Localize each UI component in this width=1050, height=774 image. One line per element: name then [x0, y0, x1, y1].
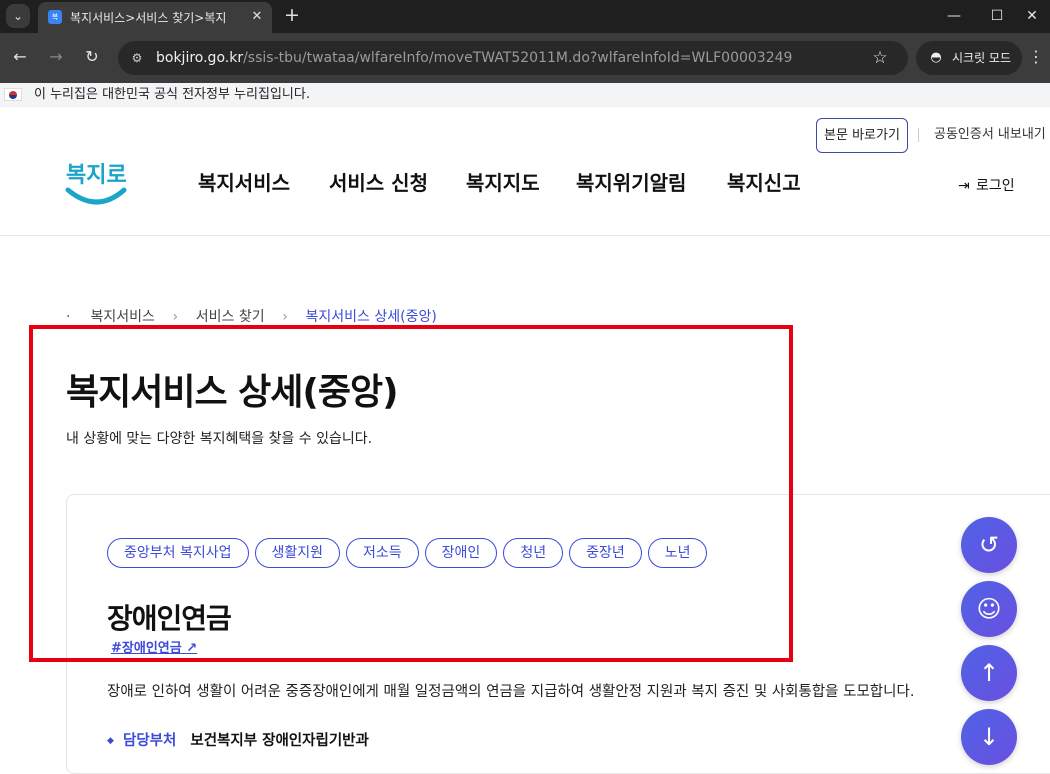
incognito-icon: ◓: [930, 50, 942, 65]
service-hashtag: #장애인연금: [111, 641, 182, 656]
tag-chip[interactable]: 중장년: [569, 538, 642, 568]
scroll-up-button[interactable]: ↑: [961, 645, 1017, 701]
header-divider: [0, 235, 1050, 236]
nav-crisis-alert[interactable]: 복지위기알림: [576, 170, 686, 196]
diamond-bullet-icon: ◆: [107, 736, 114, 746]
tab-title: 복지서비스>서비스 찾기>복지: [70, 11, 227, 25]
breadcrumb-item[interactable]: 복지서비스: [90, 309, 154, 325]
minimize-icon[interactable]: —: [942, 4, 966, 28]
login-label: 로그인: [976, 178, 1015, 194]
gov-banner-text: 이 누리집은 대한민국 공식 전자정부 누리집입니다.: [34, 87, 310, 102]
page-description: 내 상황에 맞는 다양한 복지혜택을 찾을 수 있습니다.: [66, 431, 373, 447]
scroll-up-icon: ↑: [978, 659, 1000, 687]
tag-chip[interactable]: 노년: [647, 538, 708, 568]
svg-text:복지로: 복지로: [66, 163, 127, 188]
login-link[interactable]: ⇥ 로그인: [958, 176, 1015, 196]
url-host: bokjiro.go.kr: [156, 50, 244, 66]
nav-welfare-report[interactable]: 복지신고: [727, 170, 801, 196]
service-title: 장애인연금: [107, 602, 232, 635]
scroll-down-icon: ↓: [978, 723, 1000, 751]
tag-chip[interactable]: 중앙부처 복지사업: [107, 538, 249, 568]
browser-menu-icon[interactable]: ⋮: [1028, 45, 1044, 69]
recent-history-button[interactable]: ↺: [961, 517, 1017, 573]
url-text[interactable]: bokjiro.go.kr/ssis-tbu/twataa/wlfareInfo…: [156, 49, 792, 67]
recent-history-icon: ↺: [978, 531, 1000, 559]
browser-toolbar: ← → ↻ ⚙ bokjiro.go.kr/ssis-tbu/twataa/wl…: [0, 33, 1050, 83]
tag-chip[interactable]: 생활지원: [254, 538, 341, 568]
scroll-down-button[interactable]: ↓: [961, 709, 1017, 765]
breadcrumb: · 복지서비스 › 서비스 찾기 › 복지서비스 상세(중앙): [66, 307, 437, 327]
breadcrumb-chevron-icon: ›: [172, 309, 179, 325]
back-icon[interactable]: ←: [8, 45, 32, 69]
service-department: ◆ 담당부처 보건복지부 장애인자립기반과: [107, 730, 369, 752]
reload-icon[interactable]: ↻: [80, 45, 104, 69]
incognito-label: 시크릿 모드: [952, 51, 1012, 65]
tag-chip[interactable]: 청년: [503, 538, 564, 568]
service-description: 장애로 인하여 생활이 어려운 중증장애인에게 매월 일정금액의 연금을 지급하…: [107, 684, 915, 700]
gov-banner: 이 누리집은 대한민국 공식 전자정부 누리집입니다.: [0, 83, 1050, 107]
breadcrumb-chevron-icon: ›: [282, 309, 288, 325]
chatbot-icon: ☺: [976, 595, 1002, 623]
login-icon: ⇥: [958, 178, 970, 194]
tag-chip[interactable]: 장애인: [424, 538, 498, 568]
site-favicon-icon: 복: [48, 10, 62, 24]
maximize-icon[interactable]: ☐: [985, 4, 1009, 28]
nav-service-apply[interactable]: 서비스 신청: [329, 170, 428, 196]
tab-close-icon[interactable]: ✕: [248, 8, 266, 26]
service-tags: 중앙부처 복지사업 생활지원 저소득 장애인 청년 중장년 노년: [107, 538, 713, 568]
site-info-icon[interactable]: ⚙: [128, 49, 146, 67]
browser-tabstrip: ⌄ 복 복지서비스>서비스 찾기>복지 ✕ + — ☐ ✕: [0, 0, 1050, 33]
page-title: 복지서비스 상세(중앙): [66, 372, 399, 413]
browser-tab[interactable]: 복 복지서비스>서비스 찾기>복지 ✕: [38, 2, 272, 33]
korea-flag-icon: [4, 88, 22, 101]
department-label: 담당부처: [123, 733, 177, 749]
chatbot-button[interactable]: ☺: [961, 581, 1017, 637]
tab-search-icon[interactable]: ⌄: [6, 4, 30, 28]
skip-to-content-button[interactable]: 본문 바로가기: [816, 118, 908, 153]
utility-divider: [918, 128, 919, 142]
nav-welfare-services[interactable]: 복지서비스: [198, 170, 290, 196]
url-path: /ssis-tbu/twataa/wlfareInfo/moveTWAT5201…: [243, 50, 793, 66]
bokjiro-logo[interactable]: 복지로: [62, 152, 132, 210]
new-tab-icon[interactable]: +: [282, 4, 302, 26]
external-link-icon: ↗: [186, 641, 198, 656]
breadcrumb-current: 복지서비스 상세(중앙): [305, 309, 437, 325]
breadcrumb-home-icon[interactable]: ·: [66, 307, 86, 327]
nav-welfare-map[interactable]: 복지지도: [466, 170, 540, 196]
address-bar[interactable]: ⚙ bokjiro.go.kr/ssis-tbu/twataa/wlfareIn…: [118, 41, 908, 75]
bookmark-star-icon[interactable]: ☆: [870, 48, 890, 68]
tag-chip[interactable]: 저소득: [346, 538, 419, 568]
department-value: 보건복지부 장애인자립기반과: [190, 733, 369, 749]
cert-export-link[interactable]: 공동인증서 내보내기: [934, 126, 1050, 144]
window-close-icon[interactable]: ✕: [1020, 4, 1044, 28]
incognito-indicator[interactable]: ◓ 시크릿 모드: [916, 41, 1022, 75]
service-hashtag-link[interactable]: #장애인연금 ↗: [111, 640, 197, 658]
breadcrumb-item[interactable]: 서비스 찾기: [196, 309, 265, 325]
forward-icon[interactable]: →: [44, 45, 68, 69]
